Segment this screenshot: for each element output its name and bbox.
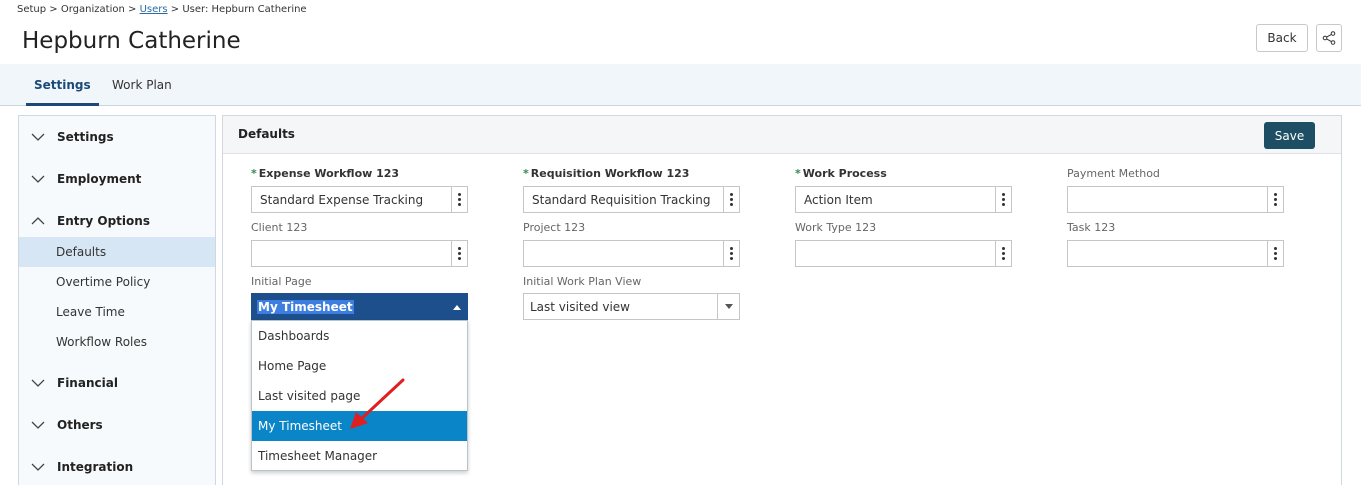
chevron-down-icon: [31, 463, 45, 471]
client-label: Client 123: [251, 221, 308, 234]
chevron-up-icon: [31, 217, 45, 225]
required-star-icon: *: [251, 167, 257, 180]
share-button[interactable]: [1316, 24, 1342, 52]
tab-settings[interactable]: Settings: [26, 64, 99, 106]
sidebar-group-employment[interactable]: Employment: [19, 166, 215, 192]
breadcrumb-organization[interactable]: Organization: [61, 4, 125, 15]
payment-method-label: Payment Method: [1067, 167, 1160, 180]
sidebar: Settings Employment Entry Options Defaul…: [18, 115, 216, 485]
caret-down-icon: [725, 304, 733, 309]
sidebar-group-label: Integration: [57, 460, 134, 474]
work-process-value: Action Item: [804, 193, 873, 207]
breadcrumb-separator: >: [49, 4, 58, 15]
task-label: Task 123: [1067, 221, 1116, 234]
caret-up-icon: [453, 305, 461, 310]
sidebar-group-others[interactable]: Others: [19, 412, 215, 438]
breadcrumb-separator: >: [170, 4, 180, 15]
kebab-menu-icon[interactable]: [723, 241, 739, 266]
breadcrumb-separator: >: [128, 4, 137, 15]
required-star-icon: *: [523, 167, 529, 180]
kebab-menu-icon[interactable]: [723, 187, 739, 212]
breadcrumb-current-user: User: Hepburn Catherine: [182, 4, 307, 15]
sidebar-group-label: Financial: [57, 376, 118, 390]
initial-work-plan-view-label: Initial Work Plan View: [523, 275, 642, 288]
required-star-icon: *: [795, 167, 801, 180]
initial-page-select[interactable]: My Timesheet: [251, 293, 468, 320]
client-field[interactable]: [251, 240, 468, 267]
chevron-down-icon: [31, 133, 45, 141]
red-arrow-annotation-icon: [350, 378, 405, 429]
panel-header: Defaults Save: [223, 116, 1341, 154]
sidebar-group-financial[interactable]: Financial: [19, 370, 215, 396]
tab-bar: Settings Work Plan: [0, 64, 1361, 106]
dropdown-option-timesheet-manager[interactable]: Timesheet Manager: [252, 441, 467, 471]
sidebar-item-workflow-roles[interactable]: Workflow Roles: [19, 327, 215, 357]
kebab-menu-icon[interactable]: [1267, 187, 1283, 212]
save-button[interactable]: Save: [1264, 122, 1315, 149]
initial-work-plan-view-value: Last visited view: [530, 300, 630, 314]
panel-title: Defaults: [238, 127, 295, 141]
sidebar-group-label: Others: [57, 418, 103, 432]
work-type-label: Work Type 123: [795, 221, 877, 234]
expense-workflow-field[interactable]: Standard Expense Tracking: [251, 186, 468, 213]
page-title: Hepburn Catherine: [22, 28, 241, 54]
requisition-workflow-label: * Requisition Workflow 123: [523, 167, 690, 180]
sidebar-group-label: Settings: [57, 130, 114, 144]
kebab-menu-icon[interactable]: [451, 241, 467, 266]
back-button[interactable]: Back: [1256, 24, 1308, 52]
sidebar-item-leave-time[interactable]: Leave Time: [19, 297, 215, 327]
sidebar-item-overtime-policy[interactable]: Overtime Policy: [19, 267, 215, 297]
work-process-label: * Work Process: [795, 167, 887, 180]
chevron-down-icon: [31, 379, 45, 387]
kebab-menu-icon[interactable]: [995, 241, 1011, 266]
kebab-menu-icon[interactable]: [451, 187, 467, 212]
kebab-menu-icon[interactable]: [1267, 241, 1283, 266]
requisition-workflow-field[interactable]: Standard Requisition Tracking: [523, 186, 740, 213]
initial-page-label: Initial Page: [251, 275, 312, 288]
work-type-field[interactable]: [795, 240, 1012, 267]
sidebar-group-label: Employment: [57, 172, 142, 186]
breadcrumb: Setup > Organization > Users > User: Hep…: [17, 4, 307, 15]
chevron-down-icon: [31, 175, 45, 183]
breadcrumb-users-link[interactable]: Users: [140, 4, 168, 15]
payment-method-field[interactable]: [1067, 186, 1284, 213]
initial-page-value: My Timesheet: [257, 300, 354, 314]
dropdown-button[interactable]: [717, 294, 739, 319]
breadcrumb-setup[interactable]: Setup: [17, 4, 46, 15]
expense-workflow-value: Standard Expense Tracking: [260, 193, 424, 207]
sidebar-group-entry-options[interactable]: Entry Options: [19, 208, 215, 234]
tab-work-plan[interactable]: Work Plan: [104, 64, 180, 106]
project-label: Project 123: [523, 221, 586, 234]
dropdown-option-dashboards[interactable]: Dashboards: [252, 321, 467, 351]
initial-work-plan-view-select[interactable]: Last visited view: [523, 293, 740, 320]
requisition-workflow-value: Standard Requisition Tracking: [532, 193, 711, 207]
sidebar-group-integration[interactable]: Integration: [19, 454, 215, 480]
expense-workflow-label: * Expense Workflow 123: [251, 167, 400, 180]
chevron-down-icon: [31, 421, 45, 429]
sidebar-item-defaults[interactable]: Defaults: [19, 237, 215, 267]
sidebar-group-label: Entry Options: [57, 214, 150, 228]
work-process-field[interactable]: Action Item: [795, 186, 1012, 213]
task-field[interactable]: [1067, 240, 1284, 267]
project-field[interactable]: [523, 240, 740, 267]
share-icon: [1322, 31, 1336, 45]
sidebar-group-settings[interactable]: Settings: [19, 124, 215, 150]
kebab-menu-icon[interactable]: [995, 187, 1011, 212]
